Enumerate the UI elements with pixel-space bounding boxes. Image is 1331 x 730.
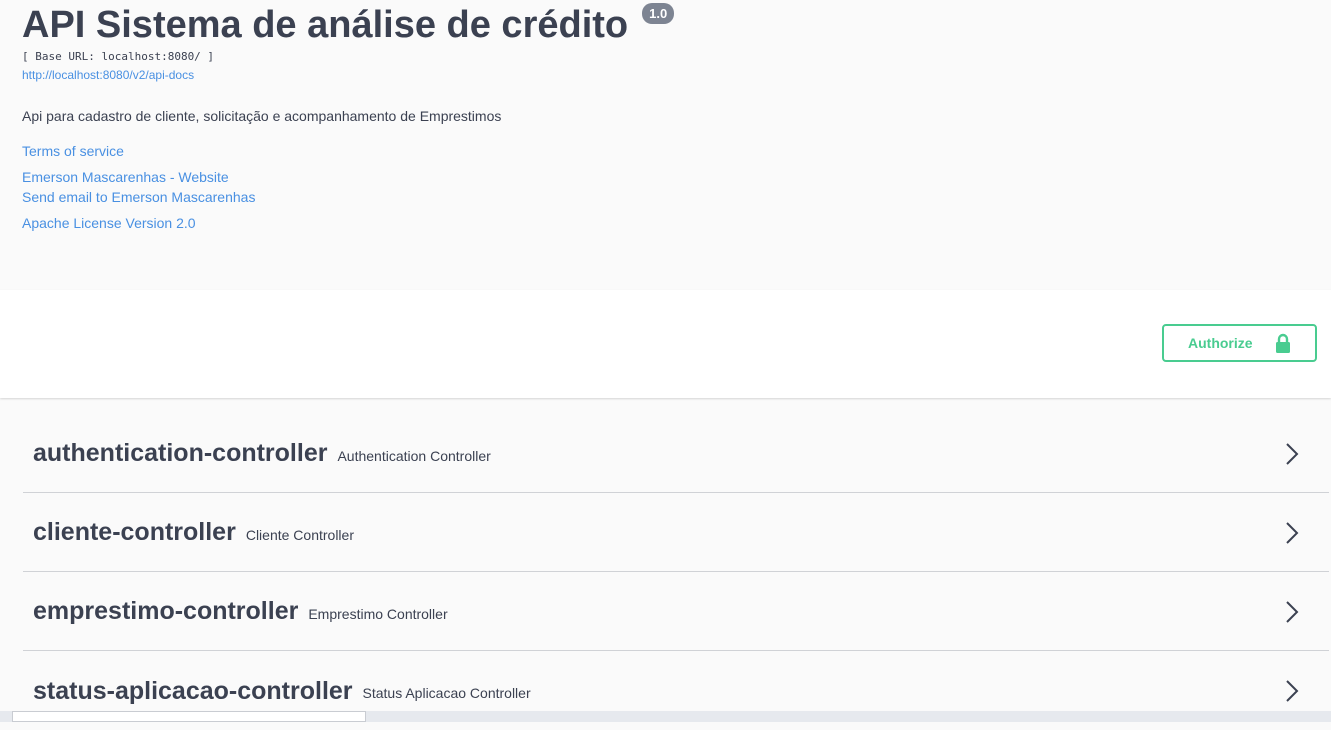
tag-description: Emprestimo Controller (308, 605, 448, 622)
authorize-label: Authorize (1188, 335, 1253, 351)
chevron-right-icon[interactable] (1285, 600, 1299, 624)
chevron-right-icon[interactable] (1285, 442, 1299, 466)
scheme-container (0, 290, 1331, 398)
version-badge: 1.0 (642, 3, 675, 24)
tag-emprestimo-controller[interactable]: emprestimo-controller Emprestimo Control… (23, 573, 1329, 651)
authorize-button[interactable]: Authorize (1162, 324, 1317, 362)
api-title: API Sistema de análise de crédito (22, 4, 629, 46)
chevron-right-icon[interactable] (1285, 521, 1299, 545)
tag-name: status-aplicacao-controller (33, 676, 353, 705)
tag-name: authentication-controller (33, 439, 328, 467)
tag-cliente-controller[interactable]: cliente-controller Cliente Controller (23, 494, 1329, 572)
tag-description: Cliente Controller (245, 526, 354, 543)
contact-website-link[interactable]: Emerson Mascarenhas - Website (22, 169, 229, 185)
taskbar-search-box[interactable] (12, 711, 366, 722)
tag-name: cliente-controller (33, 518, 236, 546)
api-info-section: API Sistema de análise de crédito 1.0 [ … (0, 0, 1331, 290)
lock-icon (1275, 333, 1291, 353)
api-docs-link[interactable]: http://localhost:8080/v2/api-docs (22, 68, 194, 82)
tag-description: Status Aplicacao Controller (362, 685, 531, 701)
os-taskbar (0, 711, 1331, 722)
terms-of-service-link[interactable]: Terms of service (22, 143, 124, 159)
api-description: Api para cadastro de cliente, solicitaçã… (22, 108, 502, 124)
tag-description: Authentication Controller (337, 447, 491, 464)
title-row: API Sistema de análise de crédito 1.0 (22, 2, 675, 48)
chevron-right-icon[interactable] (1285, 679, 1299, 703)
contact-email-link[interactable]: Send email to Emerson Mascarenhas (22, 189, 255, 205)
tag-name: emprestimo-controller (33, 597, 299, 625)
license-link[interactable]: Apache License Version 2.0 (22, 215, 196, 231)
tag-authentication-controller[interactable]: authentication-controller Authentication… (23, 415, 1329, 493)
base-url: [ Base URL: localhost:8080/ ] (22, 50, 215, 63)
